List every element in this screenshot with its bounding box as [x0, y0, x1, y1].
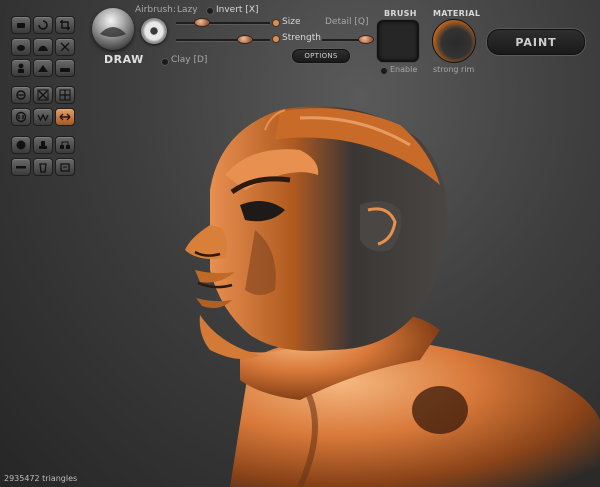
sculpt-viewport[interactable] [0, 0, 600, 487]
triangle-count: 2935472 triangles [4, 474, 78, 483]
head-model [185, 106, 600, 487]
